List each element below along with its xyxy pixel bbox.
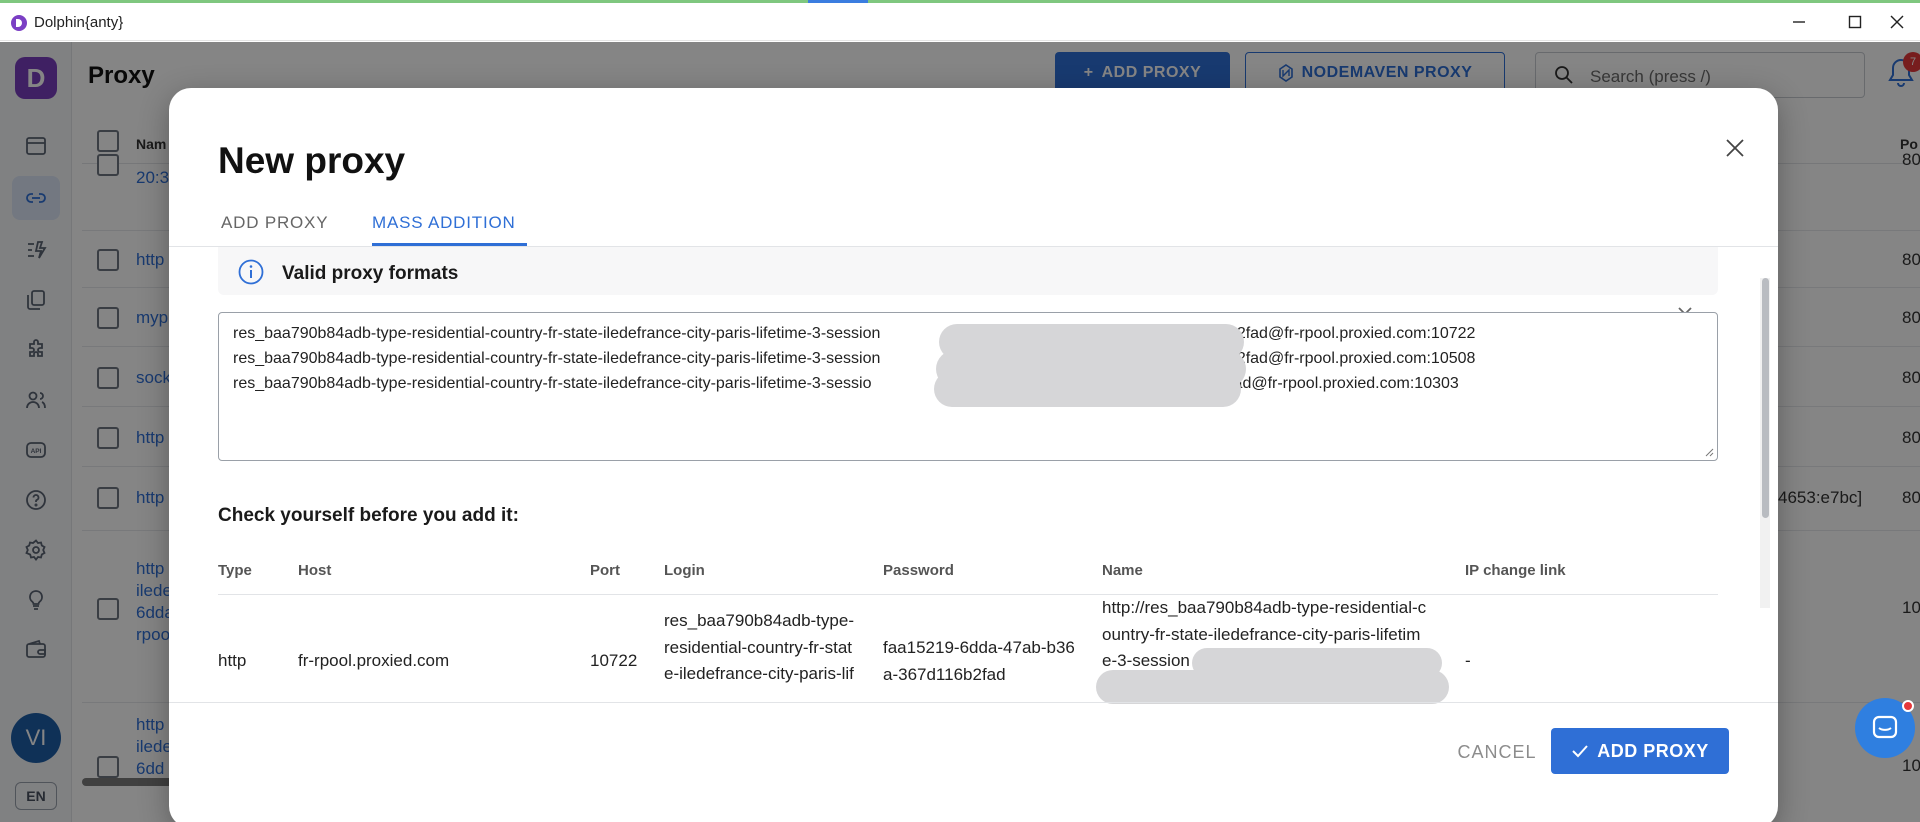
minimize-icon[interactable] — [1768, 3, 1830, 41]
preview-ip-change-link: - — [1465, 651, 1471, 670]
column-header-ip-change-link: IP change link — [1465, 562, 1566, 579]
checkmark-icon — [1572, 745, 1588, 758]
window-title: Dolphin{anty} — [34, 14, 124, 31]
login-line: res_baa790b84adb-type- — [664, 611, 854, 630]
redaction-mark — [934, 371, 1241, 407]
proxy-line-prefix: res_baa790b84adb-type-residential-countr… — [233, 325, 881, 342]
preview-table-divider — [218, 594, 1718, 595]
column-header-port: Port — [590, 562, 620, 579]
column-header-type: Type — [218, 562, 252, 579]
chat-unread-dot — [1902, 700, 1914, 712]
password-line: faa15219-6dda-47ab-b36 — [883, 638, 1075, 657]
name-line: ountry-fr-state-iledefrance-city-paris-l… — [1102, 624, 1421, 644]
column-header-host: Host — [298, 562, 332, 579]
name-line: http://res_baa790b84adb-type-residential… — [1102, 598, 1427, 617]
column-header-login: Login — [664, 562, 705, 579]
new-proxy-modal: New proxy ADD PROXY MASS ADDITION Valid … — [169, 88, 1778, 822]
modal-footer-divider — [169, 702, 1778, 703]
login-line: e-iledefrance-city-paris-lif — [664, 664, 854, 683]
window-titlebar: Dolphin{anty} — [0, 3, 1920, 41]
dolphin-app-icon — [11, 15, 27, 31]
password-line: a-367d116b2fad — [883, 664, 1006, 684]
accordion-title: Valid proxy formats — [282, 263, 459, 284]
tab-mass-addition[interactable]: MASS ADDITION — [372, 213, 516, 233]
column-header-name: Name — [1102, 562, 1143, 579]
proxy-line-prefix: res_baa790b84adb-type-residential-countr… — [233, 350, 881, 367]
valid-formats-accordion[interactable]: Valid proxy formats — [218, 247, 1718, 295]
check-yourself-heading: Check yourself before you add it: — [218, 505, 519, 526]
modal-title: New proxy — [218, 140, 406, 181]
add-proxy-label: ADD PROXY — [1597, 740, 1709, 761]
proxy-line: res_baa790b84adb-type-residential-countr… — [233, 375, 1459, 393]
login-line: residential-country-fr-stat — [664, 637, 853, 657]
proxy-line: res_baa790b84adb-type-residential-countr… — [233, 350, 1475, 368]
window-close-icon[interactable] — [1866, 3, 1920, 41]
proxy-line-prefix: res_baa790b84adb-type-residential-countr… — [233, 375, 872, 392]
preview-type: http — [218, 651, 247, 670]
preview-password: faa15219-6dda-47ab-b36 a-367d116b2fad — [883, 635, 1075, 688]
chat-bubble-icon — [1872, 715, 1898, 739]
proxy-line: res_baa790b84adb-type-residential-countr… — [233, 325, 1475, 343]
column-header-password: Password — [883, 562, 954, 579]
info-icon — [238, 259, 264, 285]
resize-handle-icon[interactable] — [1704, 447, 1714, 457]
modal-scrollbar[interactable] — [1762, 278, 1769, 518]
cancel-button[interactable]: CANCEL — [1437, 737, 1557, 767]
redaction-mark — [1096, 670, 1449, 704]
preview-login: res_baa790b84adb-type- residential-count… — [664, 608, 854, 688]
preview-host: fr-rpool.proxied.com — [298, 651, 450, 670]
tab-add-proxy[interactable]: ADD PROXY — [221, 213, 328, 233]
add-proxy-button[interactable]: ADD PROXY — [1551, 728, 1729, 774]
modal-close-icon[interactable] — [1715, 128, 1755, 168]
preview-port: 10722 — [590, 651, 638, 670]
